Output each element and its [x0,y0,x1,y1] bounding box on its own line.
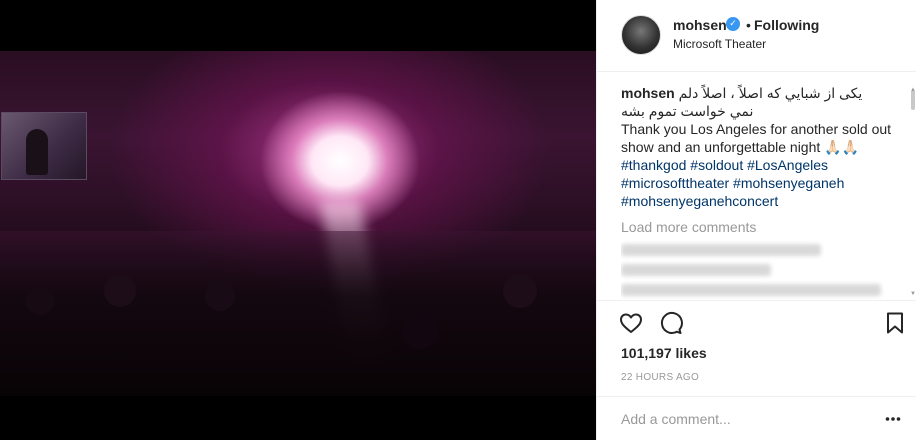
avatar[interactable] [621,15,661,55]
hashtag-line-3[interactable]: #mohsenyeganehconcert [621,192,893,210]
caption-english-2: show and an unforgettable night 🙏🏻🙏🏻 [621,139,860,155]
hashtag-line-2[interactable]: #microsofttheater #mohsenyeganeh [621,174,893,192]
heart-icon[interactable] [619,311,643,335]
header-username[interactable]: mohsen [673,17,727,33]
post-side-panel: mohsen ✓ • Following Microsoft Theater m… [596,0,916,440]
comment-input[interactable] [621,409,861,429]
caption-persian-1: یکی از شبايي که اصلاً ، اصلاً دلم [678,85,863,101]
location-link[interactable]: Microsoft Theater [673,37,766,51]
verified-badge-icon: ✓ [726,17,740,31]
more-options-icon[interactable] [885,409,901,429]
load-more-comments-button[interactable]: Load more comments [621,218,893,236]
post-media[interactable] [0,0,596,440]
add-comment-bar [597,396,916,440]
caption-english-1: Thank you Los Angeles for another sold o… [621,121,892,137]
post-timestamp[interactable]: 22 HOURS AGO [621,372,699,383]
blurred-comment-1 [621,244,893,296]
caption-username[interactable]: mohsen [621,85,675,101]
comments-scrollbar[interactable] [911,86,915,301]
hashtag-line-1[interactable]: #thankgod #soldout #LosAngeles [621,156,893,174]
blurred-text-line [621,244,821,256]
blurred-text-line [621,284,881,296]
crowd-silhouettes [0,231,596,396]
caption-persian-2: نمي خواست تموم بشه [621,103,754,119]
scroll-up-arrow-icon[interactable]: ▲ [910,87,916,93]
post-actions: 101,197 likes 22 HOURS AGO [597,300,916,400]
bookmark-icon[interactable] [883,311,907,335]
following-button[interactable]: Following [754,17,819,33]
scrollbar-thumb[interactable] [911,90,915,110]
comment-icon[interactable] [659,311,683,335]
comments-area[interactable]: mohsen یکی از شبايي که اصلاً ، اصلاً دلم… [621,84,893,299]
scroll-down-arrow-icon[interactable]: ▼ [910,291,916,297]
blurred-text-line [621,264,771,276]
side-video-screen [1,112,87,180]
separator-dot: • [746,17,751,33]
likes-word: likes [675,345,707,361]
concert-photo[interactable] [0,51,596,396]
caption-line-1: mohsen یکی از شبايي که اصلاً ، اصلاً دلم [621,84,893,102]
post-header: mohsen ✓ • Following Microsoft Theater [597,0,916,72]
likes-number: 101,197 [621,345,672,361]
likes-count[interactable]: 101,197 likes [621,345,707,361]
